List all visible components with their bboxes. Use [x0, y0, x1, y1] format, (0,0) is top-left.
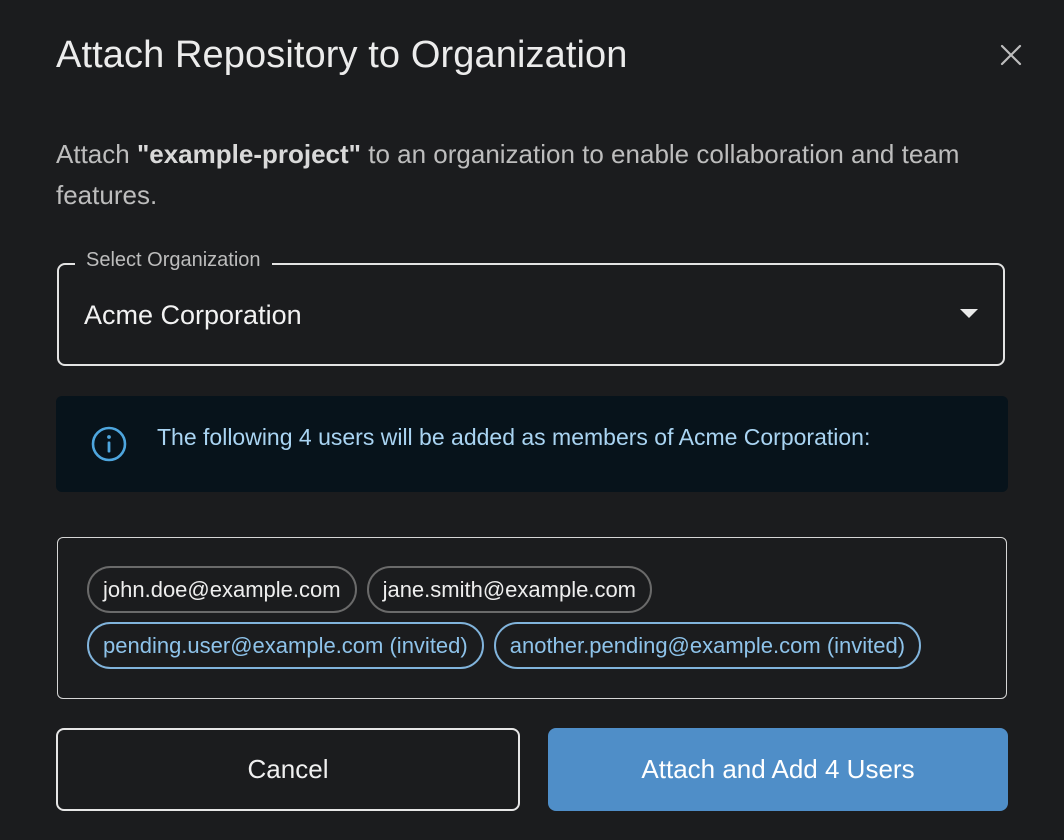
dialog-description: Attach "example-project" to an organizat… — [56, 134, 996, 216]
user-chip: john.doe@example.com — [87, 566, 357, 613]
dropdown-arrow-icon — [960, 309, 978, 318]
info-icon — [91, 426, 127, 462]
attach-repository-dialog: Attach Repository to Organization Attach… — [0, 0, 1064, 840]
info-message: The following 4 users will be added as m… — [157, 424, 871, 450]
organization-select[interactable]: Select Organization Acme Corporation — [57, 249, 1005, 366]
organization-select-value: Acme Corporation — [84, 300, 302, 330]
organization-select-label: Select Organization — [75, 249, 272, 272]
info-banner: The following 4 users will be added as m… — [56, 396, 1008, 492]
user-chip: jane.smith@example.com — [366, 566, 653, 613]
repository-name: "example-project" — [136, 139, 361, 169]
user-chips: john.doe@example.com jane.smith@example.… — [87, 566, 987, 669]
close-icon — [1000, 44, 1022, 66]
cancel-button[interactable]: Cancel — [56, 728, 520, 811]
close-button[interactable] — [994, 38, 1028, 72]
description-prefix: Attach — [56, 139, 137, 169]
user-chip-invited: pending.user@example.com (invited) — [87, 622, 484, 669]
user-chip-invited: another.pending@example.com (invited) — [493, 622, 922, 669]
dialog-title: Attach Repository to Organization — [56, 34, 628, 76]
users-list: john.doe@example.com jane.smith@example.… — [57, 537, 1007, 699]
attach-button[interactable]: Attach and Add 4 Users — [548, 728, 1008, 811]
